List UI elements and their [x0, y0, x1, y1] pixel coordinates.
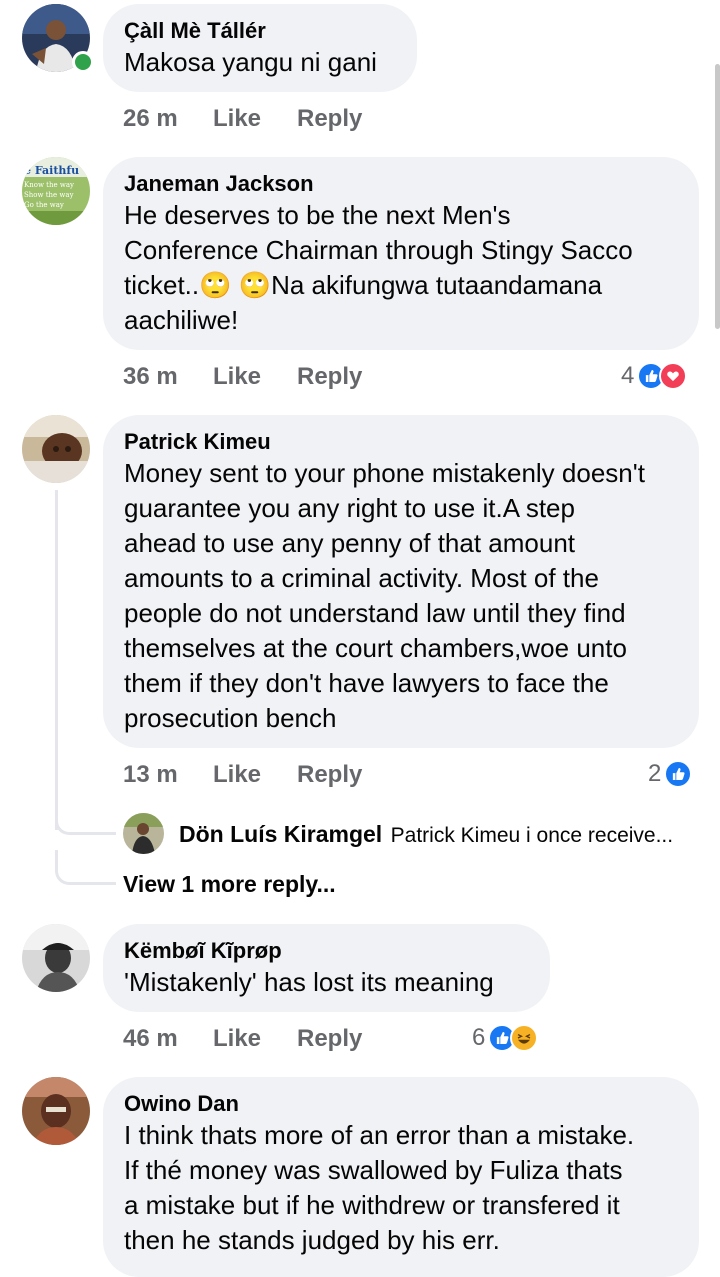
comment-line: prosecution bench: [124, 703, 337, 733]
comment-bubble[interactable]: Patrick Kimeu Money sent to your phone m…: [103, 415, 699, 748]
reaction-summary[interactable]: 4: [621, 360, 688, 392]
comment-line: I think thats more of an error than a mi…: [124, 1120, 635, 1150]
avatar[interactable]: e Faithfu Know the way Show the way Go t…: [22, 157, 90, 225]
reaction-count: 2: [648, 760, 662, 787]
comment-actions: 36 m Like Reply: [123, 361, 362, 393]
reply-button[interactable]: Reply: [297, 1023, 362, 1055]
avatar[interactable]: [22, 924, 90, 992]
comment-text: Money sent to your phone mistakenly does…: [124, 456, 678, 736]
comment-author[interactable]: Çàll Mè Tállér: [124, 17, 396, 45]
comment-author[interactable]: Patrick Kimeu: [124, 428, 678, 456]
comment-text: Makosa yangu ni gani: [124, 45, 396, 80]
reply-avatar[interactable]: [123, 813, 164, 854]
comment-bubble[interactable]: Owino Dan I think thats more of an error…: [103, 1077, 699, 1277]
comment-actions: 46 m Like Reply: [123, 1023, 362, 1055]
comment-bubble[interactable]: Këmbøĩ Kĩprøp 'Mistakenly' has lost its …: [103, 924, 550, 1012]
comment-time[interactable]: 46 m: [123, 1023, 213, 1055]
comment-time[interactable]: 13 m: [123, 759, 213, 791]
love-icon: [659, 362, 688, 390]
avatar[interactable]: [22, 1077, 90, 1145]
like-icon: [664, 760, 693, 788]
comment-author[interactable]: Janeman Jackson: [124, 170, 678, 198]
comment-author[interactable]: Këmbøĩ Kĩprøp: [124, 937, 529, 965]
comment-line: people do not understand law until they …: [124, 598, 626, 628]
comment-text: 'Mistakenly' has lost its meaning: [124, 965, 529, 1000]
reply-author[interactable]: Dön Luís Kiramgel: [179, 821, 382, 847]
comment-line: He deserves to be the next Men's: [124, 200, 511, 230]
comment-line: ticket..🙄 🙄Na akifungwa tutaandamana: [124, 270, 603, 300]
comment-line: a mistake but if he withdrew or transfer…: [124, 1190, 620, 1220]
comment-line: guarantee you any right to use it.A step: [124, 493, 575, 523]
comment-line: If thé money was swallowed by Fuliza tha…: [124, 1155, 623, 1185]
comment-bubble[interactable]: Çàll Mè Tállér Makosa yangu ni gani: [103, 4, 417, 92]
comment-line: them if they don't have lawyers to face …: [124, 668, 609, 698]
comment-text: He deserves to be the next Men's Confere…: [124, 198, 678, 338]
reaction-count: 6: [472, 1024, 486, 1051]
comment-line: aachiliwe!: [124, 305, 239, 335]
svg-text:e Faithfu: e Faithfu: [24, 164, 79, 177]
like-button[interactable]: Like: [213, 103, 297, 135]
avatar-photo: [22, 1077, 90, 1145]
comment-time[interactable]: 26 m: [123, 103, 213, 135]
comment-line: amounts to a criminal activity. Most of …: [124, 563, 599, 593]
thread-connector: [55, 800, 116, 835]
comment-line: ahead to use any penny of that amount: [124, 528, 576, 558]
comment-line: then he stands judged by his err.: [124, 1225, 500, 1255]
like-button[interactable]: Like: [213, 361, 297, 393]
reply-button[interactable]: Reply: [297, 759, 362, 791]
avatar-photo: [22, 415, 90, 483]
comment-line: Money sent to your phone mistakenly does…: [124, 458, 645, 488]
reply-button[interactable]: Reply: [297, 361, 362, 393]
svg-text:Know the way: Know the way: [24, 181, 74, 189]
comment-bubble[interactable]: Janeman Jackson He deserves to be the ne…: [103, 157, 699, 350]
scrollbar[interactable]: [715, 64, 720, 329]
like-button[interactable]: Like: [213, 1023, 297, 1055]
online-status-icon: [72, 51, 94, 73]
comment-line: Makosa yangu ni gani: [124, 47, 377, 77]
svg-text:Go the way: Go the way: [24, 201, 64, 209]
reaction-summary[interactable]: 6: [472, 1022, 539, 1054]
thread-line: [55, 490, 58, 830]
comment-text: I think thats more of an error than a mi…: [124, 1118, 678, 1258]
comment-line: themselves at the court chambers,woe unt…: [124, 633, 627, 663]
avatar-photo: [123, 813, 164, 854]
like-button[interactable]: Like: [213, 759, 297, 791]
svg-text:Show the way: Show the way: [24, 191, 74, 199]
view-more-replies-link[interactable]: View 1 more reply...: [123, 868, 336, 900]
reply-preview[interactable]: Dön Luís Kiramgel Patrick Kimeu i once r…: [179, 818, 673, 850]
thread-connector: [55, 850, 116, 885]
comment-line: Conference Chairman through Stingy Sacco: [124, 235, 633, 265]
reply-button[interactable]: Reply: [297, 103, 362, 135]
avatar-photo: [22, 924, 90, 992]
reply-snippet: Patrick Kimeu i once receive...: [390, 824, 674, 847]
comment-actions: 26 m Like Reply: [123, 103, 362, 135]
haha-icon: [510, 1024, 539, 1052]
comment-actions: 13 m Like Reply: [123, 759, 362, 791]
reaction-count: 4: [621, 362, 635, 389]
comment-time[interactable]: 36 m: [123, 361, 213, 393]
comment-author[interactable]: Owino Dan: [124, 1090, 678, 1118]
reaction-summary[interactable]: 2: [648, 758, 693, 790]
avatar-photo: e Faithfu Know the way Show the way Go t…: [22, 157, 90, 225]
avatar[interactable]: [22, 415, 90, 483]
comment-line: 'Mistakenly' has lost its meaning: [124, 967, 494, 997]
